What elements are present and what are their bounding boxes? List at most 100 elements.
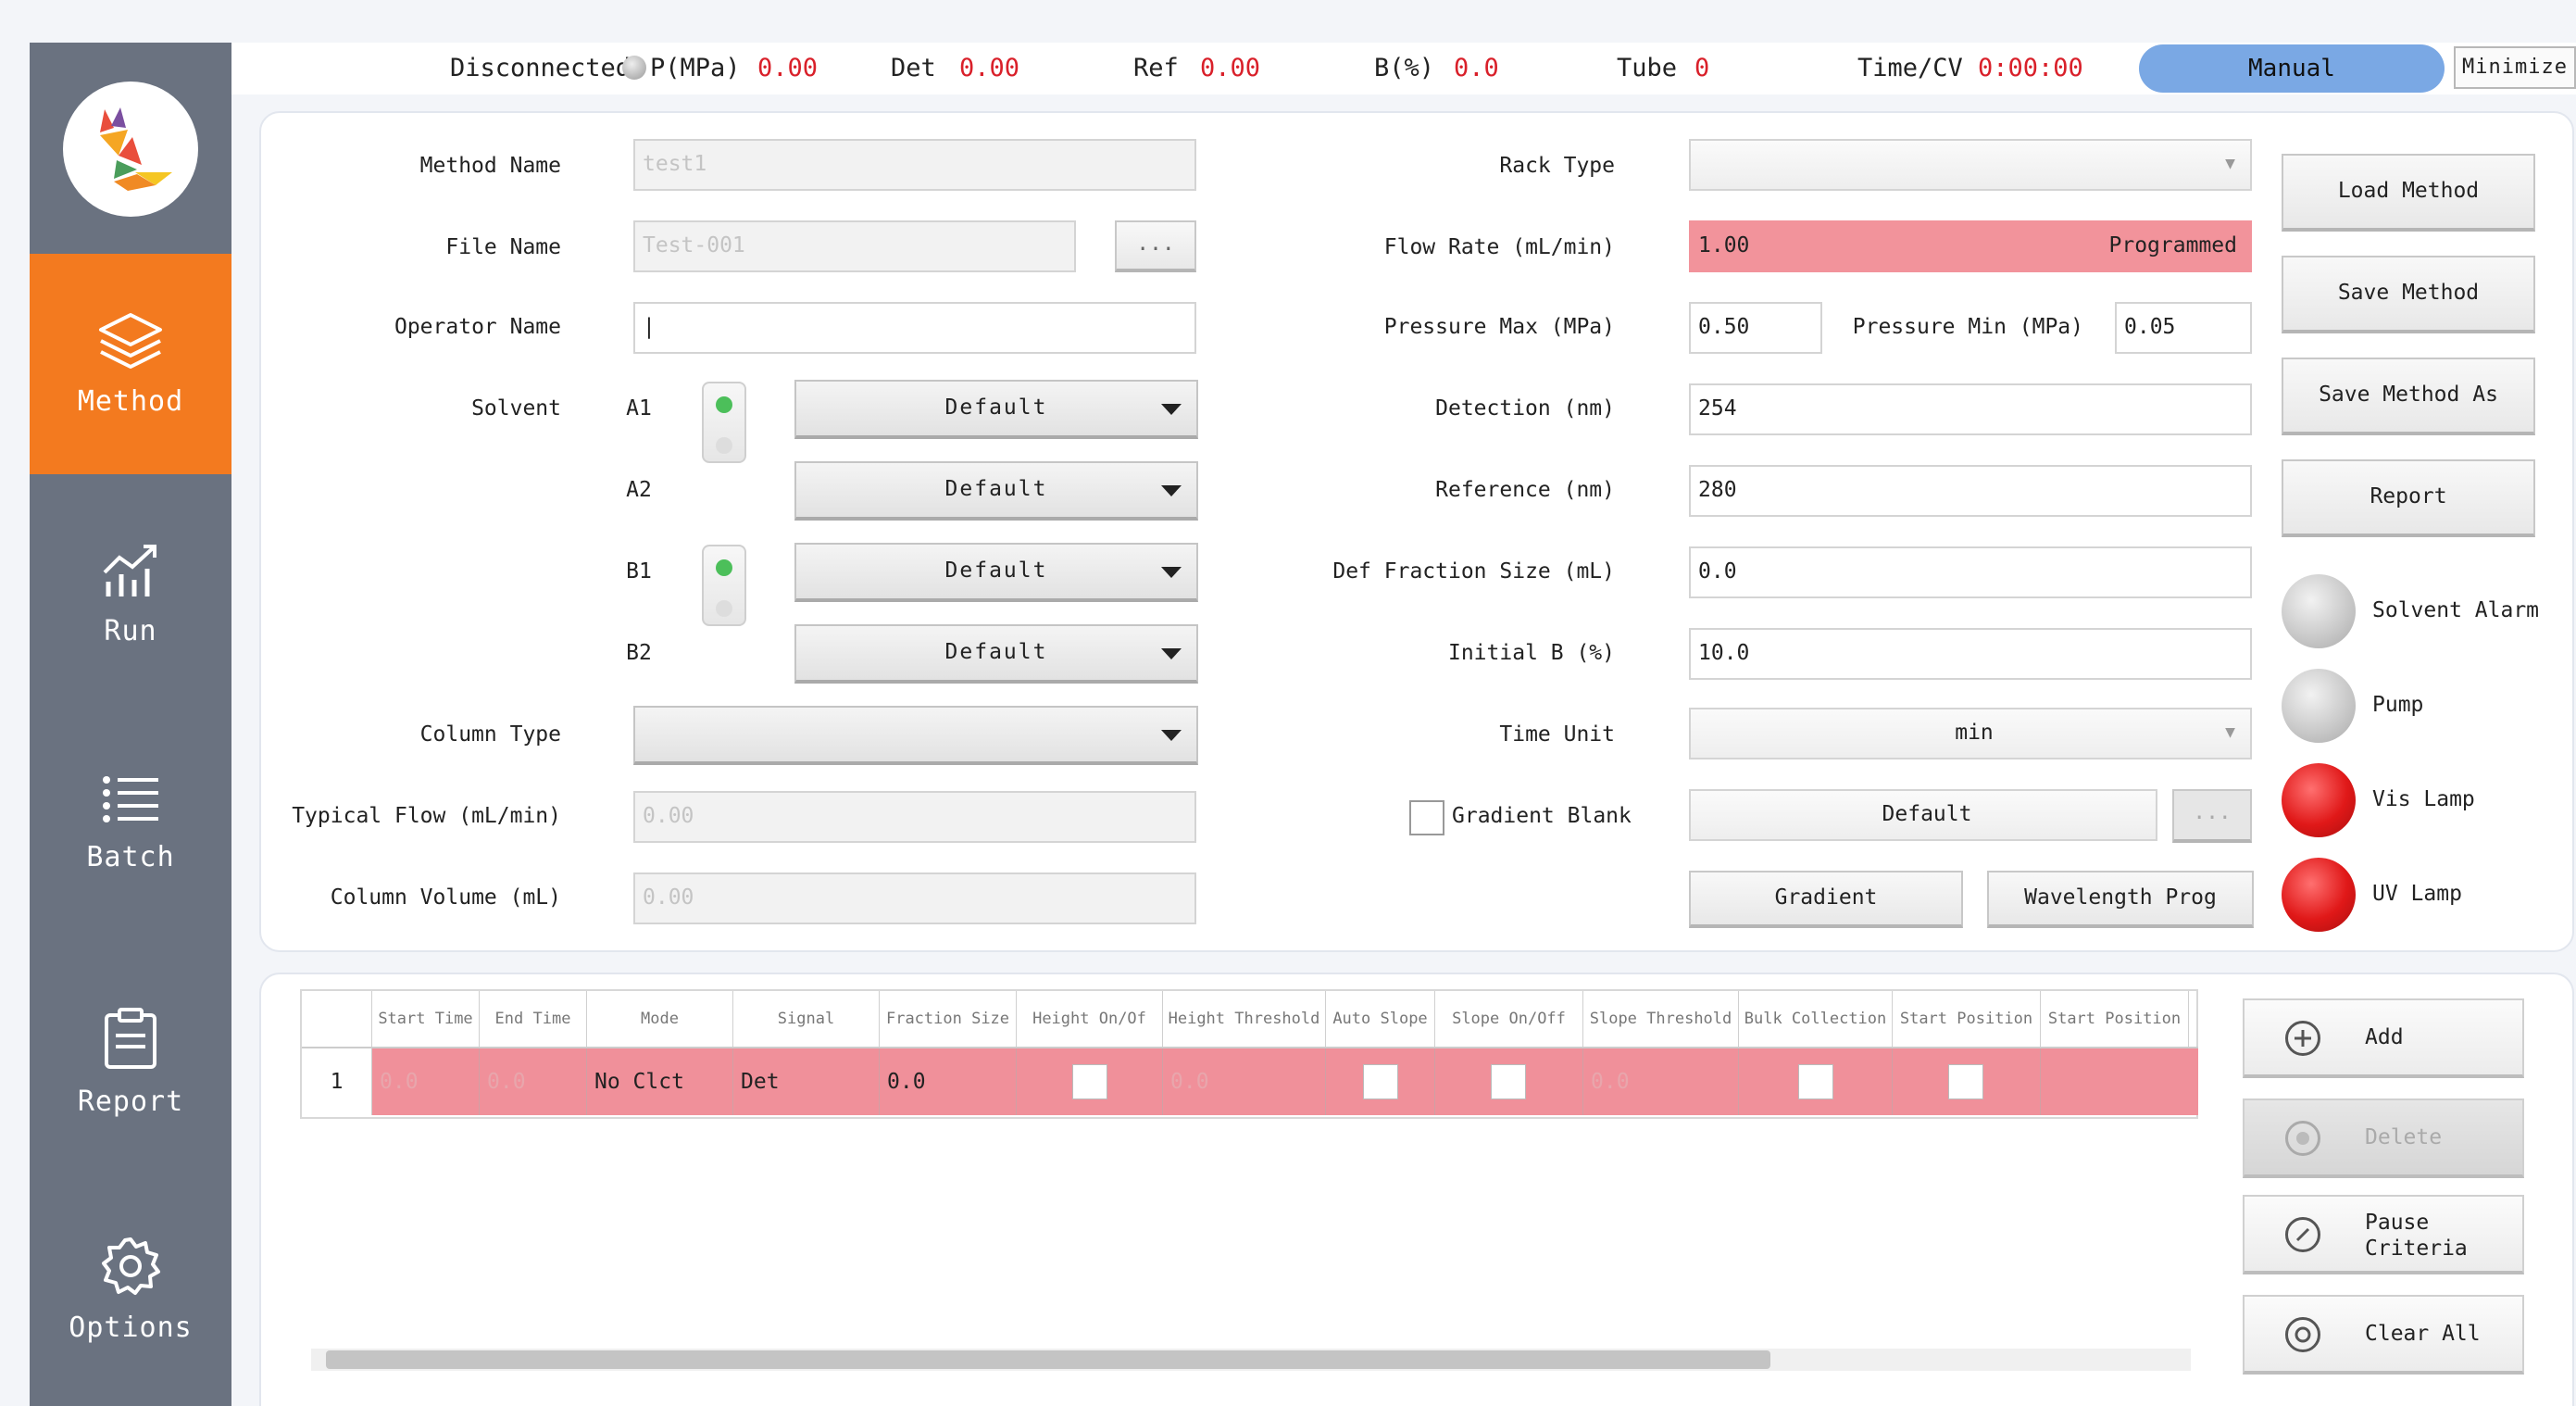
pause-label-line2: Criteria xyxy=(2365,1237,2468,1261)
height-threshold-cell[interactable]: 0.0 xyxy=(1163,1048,1326,1115)
end-time-cell[interactable]: 0.0 xyxy=(480,1048,587,1115)
reference-field[interactable]: 280 xyxy=(1689,465,2252,517)
delete-circle-icon xyxy=(2285,1121,2320,1156)
solvent-b1-select[interactable]: Default xyxy=(794,543,1198,602)
detection-field[interactable]: 254 xyxy=(1689,383,2252,435)
uv-lamp-indicator-icon xyxy=(2282,858,2356,932)
def-fraction-field[interactable]: 0.0 xyxy=(1689,546,2252,598)
height-on-off-checkbox[interactable] xyxy=(1072,1064,1107,1099)
typical-flow-field[interactable]: 0.00 xyxy=(633,791,1196,843)
flow-rate-programmed-tag: Programmed xyxy=(2108,233,2237,257)
solvent-b-toggle[interactable] xyxy=(702,545,746,626)
nav-method[interactable]: Method xyxy=(30,254,231,474)
fraction-size-cell[interactable]: 0.0 xyxy=(880,1048,1017,1115)
delete-row-button[interactable]: Delete xyxy=(2243,1098,2524,1178)
gradient-button[interactable]: Gradient xyxy=(1689,871,1963,928)
column-type-select[interactable] xyxy=(633,706,1198,765)
save-method-as-button[interactable]: Save Method As xyxy=(2282,358,2535,435)
table-row[interactable]: 0.0 0.0 No Clct Det 0.0 0.0 0.0 xyxy=(372,1048,2198,1115)
row-index: 1 xyxy=(302,1048,372,1115)
add-row-button[interactable]: Add xyxy=(2243,998,2524,1078)
scrollbar-thumb[interactable] xyxy=(326,1350,1770,1369)
typical-flow-label: Typical Flow (mL/min) xyxy=(292,804,561,828)
det-value: 0.00 xyxy=(959,54,1020,82)
report-button[interactable]: Report xyxy=(2282,459,2535,537)
gradient-blank-value: Default xyxy=(1882,802,1972,826)
time-unit-value: min xyxy=(1955,721,1994,745)
gradient-blank-label: Gradient Blank xyxy=(1452,804,1632,828)
solvent-a2-inactive-icon xyxy=(716,437,732,454)
bulk-collection-checkbox[interactable] xyxy=(1798,1064,1833,1099)
clear-all-button[interactable]: Clear All xyxy=(2243,1295,2524,1375)
table-header: Bulk Collection xyxy=(1739,991,1893,1047)
load-method-button[interactable]: Load Method xyxy=(2282,154,2535,232)
start-time-cell[interactable]: 0.0 xyxy=(372,1048,480,1115)
gear-icon xyxy=(102,1237,160,1295)
time-unit-select[interactable]: min ▼ xyxy=(1689,708,2252,759)
manual-mode-button[interactable]: Manual xyxy=(2139,44,2445,93)
signal-cell[interactable]: Det xyxy=(733,1048,880,1115)
solvent-b2-select[interactable]: Default xyxy=(794,624,1198,684)
start-position-cell[interactable] xyxy=(1893,1048,2041,1115)
gradient-blank-browse-button[interactable]: ... xyxy=(2172,789,2252,843)
dropdown-arrow-icon: ▼ xyxy=(2225,154,2235,173)
pressure-value: 0.00 xyxy=(757,54,819,82)
b-value: 0.0 xyxy=(1454,54,1499,82)
gradient-blank-select[interactable]: Default xyxy=(1689,789,2157,841)
uv-lamp-label: UV Lamp xyxy=(2372,882,2462,906)
start-position-checkbox[interactable] xyxy=(1948,1064,1983,1099)
slope-threshold-cell[interactable]: 0.0 xyxy=(1583,1048,1739,1115)
table-header: Start Time xyxy=(372,991,480,1047)
nav-method-label: Method xyxy=(77,385,184,418)
pressure-min-field[interactable]: 0.05 xyxy=(2115,302,2252,354)
fraction-table: Start Time End Time Mode Signal Fraction… xyxy=(300,989,2198,1119)
gradient-blank-checkbox[interactable] xyxy=(1409,800,1444,835)
height-on-off-cell[interactable] xyxy=(1017,1048,1163,1115)
solvent-b1-value: Default xyxy=(944,559,1048,583)
pressure-max-field[interactable]: 0.50 xyxy=(1689,302,1822,354)
horizontal-scrollbar[interactable] xyxy=(311,1349,2191,1371)
solvent-a1-select[interactable]: Default xyxy=(794,380,1198,439)
clear-circle-icon xyxy=(2285,1317,2320,1352)
slope-on-off-cell[interactable] xyxy=(1435,1048,1583,1115)
file-name-field[interactable]: Test-001 xyxy=(633,220,1076,272)
nav-report[interactable]: Report xyxy=(30,952,231,1173)
bulk-collection-cell[interactable] xyxy=(1739,1048,1893,1115)
pause-criteria-button[interactable]: Pause Criteria xyxy=(2243,1195,2524,1274)
initial-b-field[interactable]: 10.0 xyxy=(1689,628,2252,680)
operator-name-field[interactable]: | xyxy=(633,302,1196,354)
dropdown-arrow-icon xyxy=(1161,485,1182,496)
time-unit-label: Time Unit xyxy=(1499,722,1615,747)
save-method-button[interactable]: Save Method xyxy=(2282,256,2535,333)
connection-indicator-icon xyxy=(622,56,646,80)
nav-batch[interactable]: Batch xyxy=(30,719,231,939)
pump-indicator-icon xyxy=(2282,669,2356,743)
method-name-label: Method Name xyxy=(419,154,561,178)
nav-run[interactable]: Run xyxy=(30,487,231,708)
browse-file-button[interactable]: ... xyxy=(1115,220,1196,272)
slope-on-off-checkbox[interactable] xyxy=(1491,1064,1526,1099)
table-header: Start Position xyxy=(1893,991,2041,1047)
mode-cell[interactable]: No Clct xyxy=(587,1048,733,1115)
pause-criteria-label: Pause Criteria xyxy=(2365,1210,2468,1262)
start-position-2-cell[interactable] xyxy=(2041,1048,2198,1115)
solvent-a1-active-icon xyxy=(716,396,732,413)
method-name-field[interactable]: test1 xyxy=(633,139,1196,191)
nav-report-label: Report xyxy=(77,1086,184,1118)
solvent-a-toggle[interactable] xyxy=(702,382,746,463)
minimize-button[interactable]: Minimize xyxy=(2454,46,2576,89)
auto-slope-checkbox[interactable] xyxy=(1363,1064,1398,1099)
auto-slope-cell[interactable] xyxy=(1326,1048,1435,1115)
solvent-b1-label: B1 xyxy=(626,559,652,584)
nav-batch-label: Batch xyxy=(86,841,175,873)
nav-options[interactable]: Options xyxy=(30,1184,231,1404)
vis-lamp-label: Vis Lamp xyxy=(2372,787,2475,811)
solvent-a2-select[interactable]: Default xyxy=(794,461,1198,521)
flow-rate-field[interactable]: 1.00 Programmed xyxy=(1689,220,2252,272)
table-header: Slope Threshold xyxy=(1583,991,1739,1047)
connection-status: Disconnected xyxy=(450,54,631,82)
column-volume-field[interactable]: 0.00 xyxy=(633,872,1196,924)
rack-type-select[interactable]: ▼ xyxy=(1689,139,2252,191)
time-label: Time/CV xyxy=(1857,54,1963,82)
wavelength-prog-button[interactable]: Wavelength Prog xyxy=(1987,871,2254,928)
